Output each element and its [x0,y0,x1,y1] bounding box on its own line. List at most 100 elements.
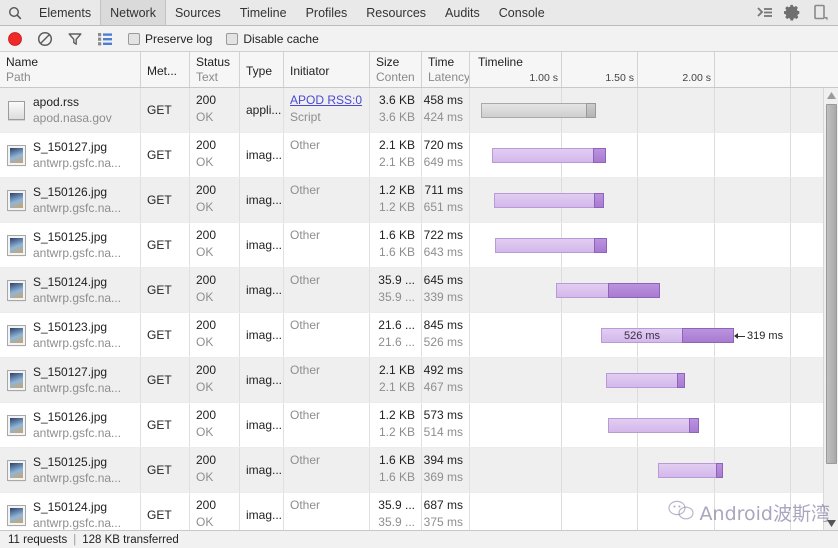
table-row[interactable]: S_150124.jpgantwrp.gsfc.na...GET200OKima… [0,493,838,530]
column-header-initiator[interactable]: Initiator [284,52,370,87]
table-row[interactable]: S_150126.jpgantwrp.gsfc.na...GET200OKima… [0,178,838,223]
initiator-value: Other [290,228,363,242]
cell-name[interactable]: S_150124.jpgantwrp.gsfc.na... [0,268,141,312]
preserve-log-checkbox[interactable]: Preserve log [128,32,212,46]
tab-profiles[interactable]: Profiles [296,0,358,25]
transfer-size: 1.6 KB [379,453,415,467]
table-row[interactable]: apod.rssapod.nasa.govGET200OKappli...APO… [0,88,838,133]
timeline-tick-label: 1.50 s [605,72,634,84]
tab-network[interactable]: Network [100,0,166,25]
cell-size: 2.1 KB2.1 KB [370,358,422,402]
waterfall-bar[interactable] [606,373,685,388]
table-row[interactable]: S_150125.jpgantwrp.gsfc.na...GET200OKima… [0,223,838,268]
settings-gear-icon[interactable] [784,4,802,22]
cell-name[interactable]: S_150125.jpgantwrp.gsfc.na... [0,223,141,267]
table-row[interactable]: S_150124.jpgantwrp.gsfc.na...GET200OKima… [0,268,838,313]
cell-timeline[interactable]: 526 ms319 ms [470,313,838,357]
cell-method: GET [141,493,190,530]
cell-timeline[interactable] [470,178,838,222]
request-name: S_150124.jpg [33,500,121,514]
cell-timeline[interactable] [470,223,838,267]
cell-name[interactable]: S_150123.jpgantwrp.gsfc.na... [0,313,141,357]
tab-audits[interactable]: Audits [435,0,490,25]
request-path: antwrp.gsfc.na... [33,246,121,260]
cell-method: GET [141,178,190,222]
table-row[interactable]: S_150125.jpgantwrp.gsfc.na...GET200OKima… [0,448,838,493]
cell-name[interactable]: S_150126.jpgantwrp.gsfc.na... [0,403,141,447]
waterfall-bar[interactable] [494,193,604,208]
scrollbar-thumb[interactable] [826,104,837,464]
cell-timeline[interactable] [470,88,838,132]
request-method: GET [147,103,183,117]
column-header-type[interactable]: Type [240,52,284,87]
transfer-size: 2.1 KB [379,363,415,377]
column-header-name[interactable]: Name Path [0,52,141,87]
disable-cache-box[interactable] [226,33,238,45]
waterfall-wait-segment [556,283,608,298]
filter-icon[interactable] [60,26,90,51]
cell-timeline[interactable] [470,268,838,312]
request-type: imag... [246,418,277,432]
waterfall-bar[interactable] [492,148,606,163]
initiator-link[interactable]: APOD RSS:0 [290,93,363,107]
cell-name[interactable]: apod.rssapod.nasa.gov [0,88,141,132]
column-header-method[interactable]: Met... [141,52,190,87]
clear-icon[interactable] [30,26,60,51]
disable-cache-checkbox[interactable]: Disable cache [226,32,318,46]
vertical-scrollbar[interactable] [823,88,838,530]
cell-timeline[interactable] [470,493,838,530]
column-header-size[interactable]: Size Conten [370,52,422,87]
status-code: 200 [196,183,233,197]
table-row[interactable]: S_150126.jpgantwrp.gsfc.na...GET200OKima… [0,403,838,448]
latency-time: 651 ms [424,200,463,214]
cell-name[interactable]: S_150125.jpgantwrp.gsfc.na... [0,448,141,492]
tab-elements[interactable]: Elements [29,0,101,25]
column-header-timeline[interactable]: Timeline 1.00 s1.50 s2.00 s [470,52,838,87]
status-text: OK [196,515,233,529]
latency-time: 424 ms [424,110,463,124]
waterfall-bar[interactable]: 526 ms319 ms [601,328,734,343]
list-view-icon[interactable] [90,26,120,51]
cell-name[interactable]: S_150124.jpgantwrp.gsfc.na... [0,493,141,530]
waterfall-bar[interactable] [608,418,699,433]
waterfall-bar[interactable] [556,283,660,298]
console-drawer-icon[interactable] [756,4,774,22]
cell-name[interactable]: S_150127.jpgantwrp.gsfc.na... [0,358,141,402]
scroll-up-arrow-icon[interactable] [824,88,838,102]
tab-console[interactable]: Console [489,0,555,25]
cell-method: GET [141,403,190,447]
total-time: 845 ms [424,318,463,332]
table-row[interactable]: S_150127.jpgantwrp.gsfc.na...GET200OKima… [0,358,838,403]
content-size: 1.6 KB [379,470,415,484]
cell-method: GET [141,88,190,132]
cell-name[interactable]: S_150127.jpgantwrp.gsfc.na... [0,133,141,177]
waterfall-bar[interactable] [481,103,596,118]
cell-size: 1.2 KB1.2 KB [370,178,422,222]
preserve-log-box[interactable] [128,33,140,45]
column-header-time[interactable]: Time Latency [422,52,470,87]
tab-resources[interactable]: Resources [356,0,436,25]
tab-timeline[interactable]: Timeline [230,0,297,25]
waterfall-bar[interactable] [658,463,723,478]
record-icon[interactable] [0,26,30,51]
cell-name[interactable]: S_150126.jpgantwrp.gsfc.na... [0,178,141,222]
table-row[interactable]: S_150123.jpgantwrp.gsfc.na...GET200OKima… [0,313,838,358]
dock-position-icon[interactable] [812,4,830,22]
cell-timeline[interactable] [470,403,838,447]
latency-time: 467 ms [424,380,463,394]
request-method: GET [147,193,183,207]
cell-timeline[interactable] [470,358,838,402]
network-request-table[interactable]: apod.rssapod.nasa.govGET200OKappli...APO… [0,88,838,530]
image-thumb-icon [8,281,25,300]
cell-timeline[interactable] [470,448,838,492]
request-method: GET [147,418,183,432]
waterfall-bar[interactable] [495,238,607,253]
scroll-down-arrow-icon[interactable] [824,516,838,530]
cell-type: imag... [240,313,284,357]
tab-sources[interactable]: Sources [165,0,231,25]
search-icon[interactable] [0,0,30,25]
cell-timeline[interactable] [470,133,838,177]
cell-initiator: Other [284,178,370,222]
table-row[interactable]: S_150127.jpgantwrp.gsfc.na...GET200OKima… [0,133,838,178]
column-header-status[interactable]: Status Text [190,52,240,87]
